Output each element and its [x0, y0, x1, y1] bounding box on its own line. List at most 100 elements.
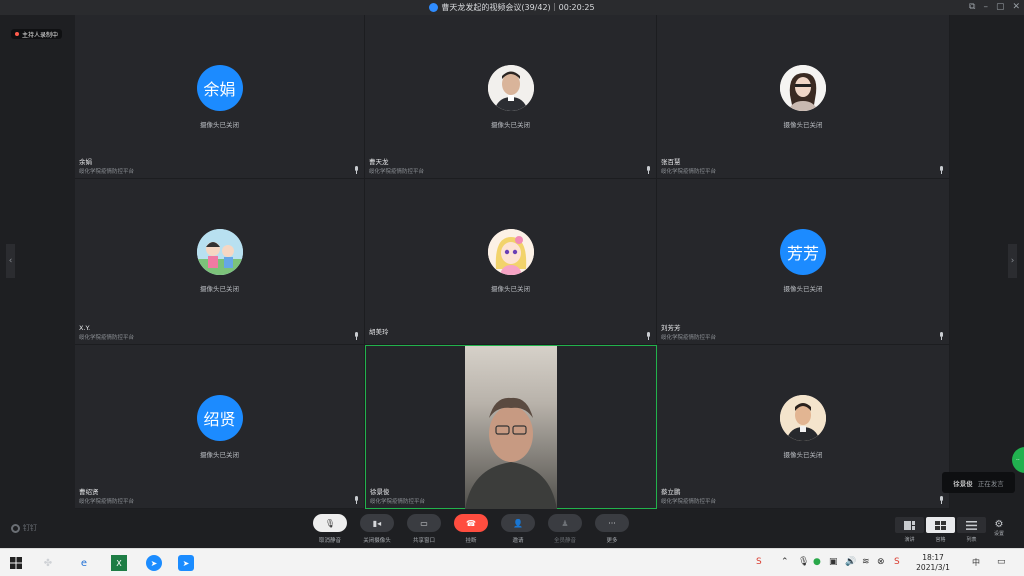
windows-start-icon[interactable]	[8, 555, 24, 571]
list-layout-button[interactable]: 列表	[957, 517, 986, 543]
sogou-tray-icon[interactable]: S	[894, 557, 900, 567]
window-controls: ⧉ – ▢ ✕	[969, 2, 1020, 12]
person-photo-icon	[487, 65, 534, 111]
hangup-icon: ☎	[454, 514, 488, 532]
gear-icon: ⚙	[994, 519, 1004, 530]
camera-status: 摄像头已关闭	[200, 121, 239, 129]
floating-bubble[interactable]: ··	[1012, 447, 1024, 473]
camera-off-button[interactable]: ▮◂ 关闭摄像头	[359, 514, 395, 544]
volume-icon[interactable]: 🔊	[845, 557, 856, 567]
ie-browser-icon[interactable]: e	[76, 555, 92, 571]
wifi-icon[interactable]: ≋	[862, 557, 870, 567]
speaker-layout-button[interactable]: 演讲	[895, 517, 924, 543]
meeting-toolbar: 钉钉 🎙 取消静音 ▮◂ 关闭摄像头 ▭ 共享窗口 ☎ 挂断 👤 邀请 ♟ 全员…	[0, 509, 1024, 548]
ime-mode[interactable]: 中	[972, 557, 980, 568]
next-page-button[interactable]: ›	[1008, 244, 1017, 278]
unmute-button[interactable]: 🎙 取消静音	[312, 514, 348, 544]
mic-muted-icon: 🎙	[313, 514, 347, 532]
mic-icon	[940, 332, 943, 340]
list-layout-icon	[966, 520, 977, 530]
dingtalk-logo-icon	[11, 523, 20, 533]
app-tray-icon[interactable]: ▣	[829, 557, 838, 567]
mic-icon	[355, 332, 358, 340]
shield-icon	[429, 3, 439, 12]
participant-org: 绥化学院疫情防控平台	[369, 169, 425, 175]
camera-icon: ▮◂	[360, 514, 394, 532]
close-icon[interactable]: ✕	[1012, 2, 1020, 12]
camera-off-label: 关闭摄像头	[363, 538, 391, 544]
dingtalk-taskbar-icon[interactable]: ➤	[146, 555, 162, 571]
excel-icon[interactable]: X	[111, 555, 127, 571]
participant-name: 余娟	[79, 158, 92, 166]
participant-tile[interactable]: 摄像头已关闭 胡美玲	[365, 179, 657, 345]
participant-name: 张百慧	[661, 158, 681, 166]
speaker-layout-label: 演讲	[904, 537, 915, 543]
avatar	[780, 395, 826, 441]
participant-name: 曹天龙	[369, 158, 389, 166]
wechat-tray-icon[interactable]: ●	[813, 557, 821, 567]
participant-org: 绥化学院疫情防控平台	[661, 335, 717, 341]
hangup-label: 挂断	[465, 538, 477, 544]
participant-name: X.Y.	[79, 324, 91, 332]
invite-button[interactable]: 👤 邀请	[500, 514, 536, 544]
prev-page-button[interactable]: ‹	[6, 244, 15, 278]
participant-grid: 余娟 摄像头已关闭 余娟 绥化学院疫情防控平台 摄像头已关闭 曹天龙 绥化学院疫…	[75, 15, 950, 510]
more-icon: ···	[595, 514, 629, 532]
mic-icon	[355, 166, 358, 174]
pip-icon[interactable]: ⧉	[969, 2, 975, 12]
participant-tile[interactable]: 摄像头已关闭 曹天龙 绥化学院疫情防控平台	[365, 15, 657, 179]
mic-icon	[355, 496, 358, 504]
avatar	[196, 229, 243, 275]
participant-tile[interactable]: 绍贤 摄像头已关闭 曹绍贤 绥化学院疫情防控平台	[75, 345, 365, 509]
app-logo: 钉钉	[11, 523, 37, 533]
chevron-up-icon[interactable]: ⌃	[781, 557, 789, 567]
video-feed-image	[465, 397, 557, 510]
participant-tile-active[interactable]: 徐景俊 绥化学院疫情防控平台	[365, 345, 657, 510]
participant-tile[interactable]: 摄像头已关闭 蔡立鹏 绥化学院疫情防控平台	[657, 345, 950, 509]
sogou-ime-icon[interactable]: S	[756, 557, 762, 567]
dingtalk-meeting-taskbar-icon[interactable]: ➤	[178, 555, 194, 571]
mute-all-button[interactable]: ♟ 全员静音	[547, 514, 583, 544]
invite-label: 邀请	[512, 538, 524, 544]
grid-layout-icon	[935, 520, 946, 530]
hangup-button[interactable]: ☎ 挂断	[453, 514, 489, 544]
settings-button[interactable]: ⚙ 设置	[994, 519, 1004, 537]
avatar: 绍贤	[196, 395, 243, 441]
more-button[interactable]: ··· 更多	[594, 514, 630, 544]
participant-tile[interactable]: 芳芳 摄像头已关闭 刘芳芳 绥化学院疫情防控平台	[657, 179, 950, 345]
minimize-icon[interactable]: –	[983, 2, 988, 12]
brand-label: 钉钉	[23, 524, 37, 532]
clock-time: 18:17	[922, 553, 944, 562]
recording-label: 主持人录制中	[22, 31, 59, 39]
avatar: 芳芳	[780, 229, 826, 275]
mic-tray-icon: 🎙	[798, 557, 810, 567]
close-circle-icon[interactable]: ⊗	[877, 557, 885, 567]
window-title: 曹天龙发起的视频会议(39/42)｜00:20:25	[441, 3, 595, 12]
grid-layout-button[interactable]: 宫格	[926, 517, 955, 543]
participant-name: 刘芳芳	[661, 324, 681, 332]
maximize-icon[interactable]: ▢	[996, 2, 1005, 12]
camera-status: 摄像头已关闭	[491, 121, 530, 129]
taskbar-clock[interactable]: 18:17 2021/3/1	[905, 553, 961, 573]
participant-name: 蔡立鹏	[661, 488, 681, 496]
screen-share-icon: ▭	[407, 514, 441, 532]
cartoon-avatar-icon	[196, 229, 243, 275]
share-window-button[interactable]: ▭ 共享窗口	[406, 514, 442, 544]
camera-status: 摄像头已关闭	[200, 451, 239, 459]
mute-all-icon: ♟	[548, 514, 582, 532]
participant-org: 绥化学院疫情防控平台	[79, 169, 135, 175]
mute-all-label: 全员静音	[553, 538, 576, 544]
notification-icon[interactable]: ▭	[997, 557, 1006, 567]
participant-tile[interactable]: 余娟 摄像头已关闭 余娟 绥化学院疫情防控平台	[75, 15, 365, 179]
camera-status: 摄像头已关闭	[200, 285, 239, 293]
speaker-name: 徐景俊	[953, 479, 973, 488]
clock-date: 2021/3/1	[916, 563, 950, 572]
avatar	[487, 65, 534, 111]
participant-org: 绥化学院疫情防控平台	[661, 169, 717, 175]
pinwheel-app-icon[interactable]: ✤	[40, 555, 56, 571]
title-bar: 曹天龙发起的视频会议(39/42)｜00:20:25 ⧉ – ▢ ✕	[0, 0, 1024, 15]
more-label: 更多	[606, 538, 618, 544]
participant-tile[interactable]: 摄像头已关闭 X.Y. 绥化学院疫情防控平台	[75, 179, 365, 345]
participant-tile[interactable]: 摄像头已关闭 张百慧 绥化学院疫情防控平台	[657, 15, 950, 179]
camera-status: 摄像头已关闭	[783, 285, 823, 293]
